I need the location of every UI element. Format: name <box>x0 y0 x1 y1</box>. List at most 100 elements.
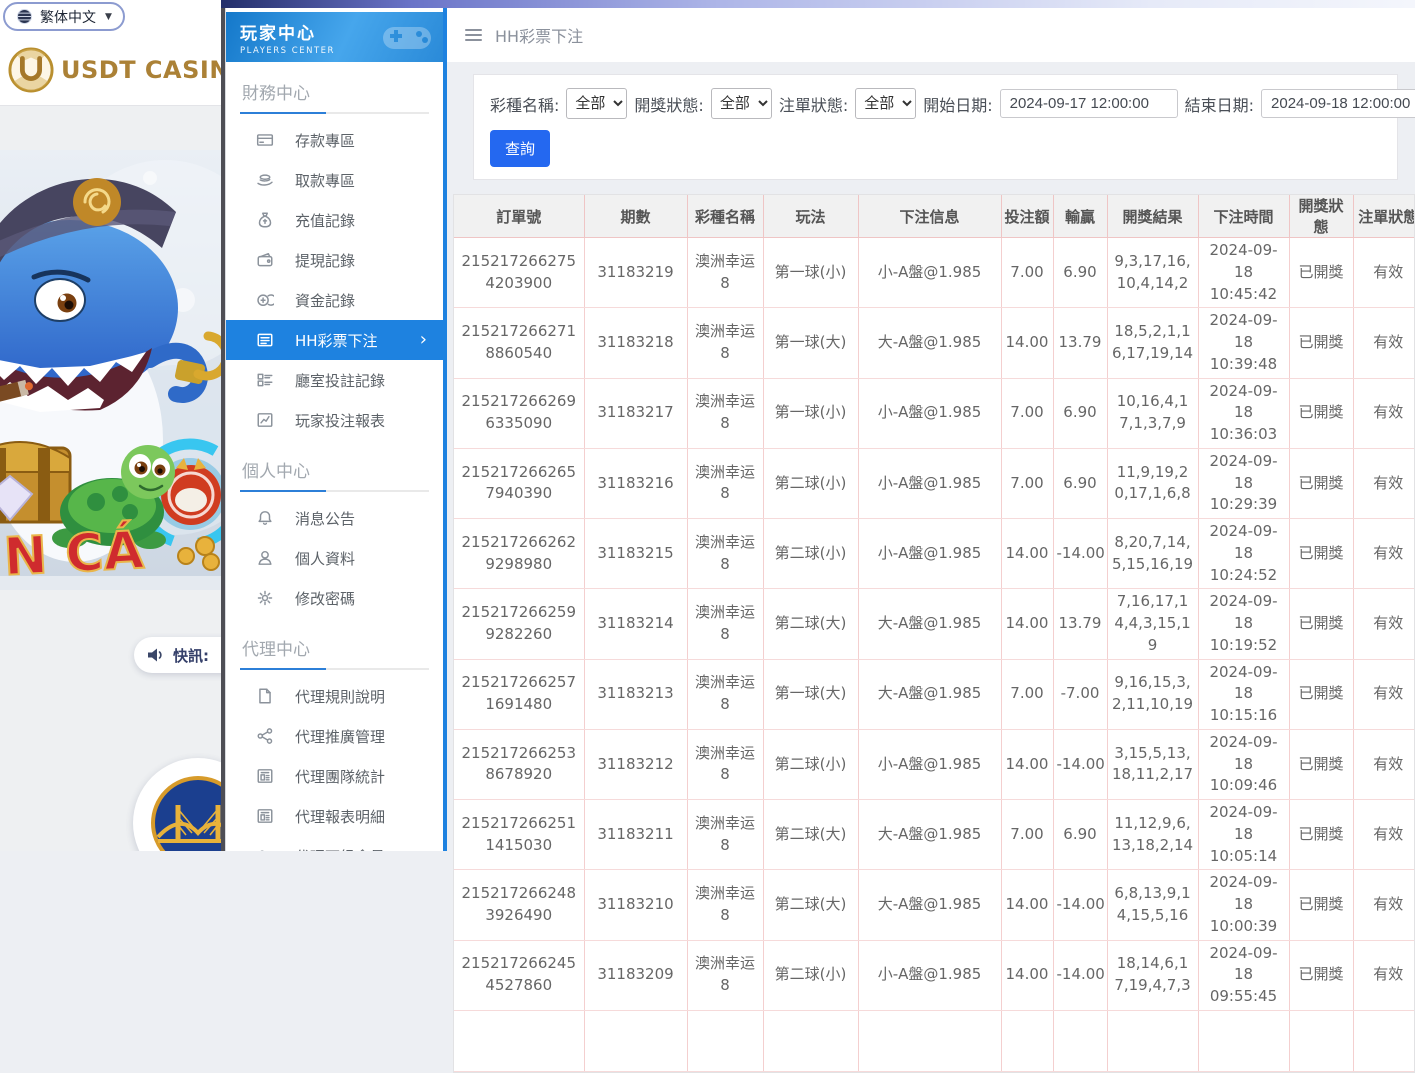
sidebar-item-agent-rules[interactable]: 代理規則說明 <box>226 676 443 716</box>
cell-order-status: 有效 <box>1353 378 1415 448</box>
top-gradient-strip <box>221 0 1415 8</box>
cell-bet-amount: 14.00 <box>1001 519 1053 589</box>
order-status-select[interactable]: 全部 <box>855 88 916 119</box>
announcement-bell-icon <box>256 509 274 527</box>
sidebar-item-agent-team-stats[interactable]: 代理團隊統計 <box>226 756 443 796</box>
cell-lottery-name: 澳洲幸运8 <box>687 729 763 799</box>
cell-bet-info: 大-A盤@1.985 <box>858 870 1001 940</box>
language-selector[interactable]: 繁体中文 ▼ <box>3 2 125 31</box>
cell-draw-status: 已開獎 <box>1289 729 1353 799</box>
sidebar-sections: 財務中心存款專區取款專區充值記錄提現記錄資金記錄HH彩票下注›廳室投註記錄玩家投… <box>226 79 443 851</box>
sidebar-item-agent-sub-members[interactable]: 代理下級會員 <box>226 836 443 851</box>
sidebar-item-player-bet-report[interactable]: 玩家投注報表 <box>226 400 443 440</box>
quick-news-pill[interactable]: 快訊: <box>134 637 221 673</box>
cell-bet-amount: 14.00 <box>1001 589 1053 659</box>
table-row: 215217266259928226031183214澳洲幸运8第二球(大)大-… <box>454 589 1415 659</box>
cell-order-status: 有效 <box>1353 729 1415 799</box>
cell-period: 31183218 <box>584 308 687 378</box>
sidebar-item-hall-bet-records[interactable]: 廳室投註記錄 <box>226 360 443 400</box>
promo-illustration: N CÁ <box>0 150 221 590</box>
draw-status-select[interactable]: 全部 <box>711 88 772 119</box>
cell-win-loss: 6.90 <box>1053 378 1107 448</box>
sidebar-item-deposit-area[interactable]: 存款專區 <box>226 120 443 160</box>
sidebar-item-withdraw-area[interactable]: 取款專區 <box>226 160 443 200</box>
cell-order-status: 有效 <box>1353 589 1415 659</box>
cell-order-no: 2152172662629298980 <box>454 519 584 589</box>
sidebar-item-label: 存款專區 <box>295 130 355 151</box>
cell-draw-result: 9,16,15,3,2,11,10,19 <box>1107 659 1198 729</box>
section-underline <box>240 668 429 670</box>
sidebar-item-recharge-records[interactable]: 充值記錄 <box>226 200 443 240</box>
filter-panel: 彩種名稱: 全部 開獎狀態: 全部 注單狀態: 全部 開始日期: 結束日期: 查… <box>473 74 1398 180</box>
quick-news-label: 快訊: <box>173 645 209 666</box>
col-header-bet-time: 下注時間 <box>1198 195 1289 238</box>
cell-period: 31183210 <box>584 870 687 940</box>
globe-icon <box>16 8 33 25</box>
sidebar-item-agent-promotion[interactable]: 代理推廣管理 <box>226 716 443 756</box>
col-header-bet-amount: 投注額 <box>1001 195 1053 238</box>
cell-bet-time: 2024-09-18 10:29:39 <box>1198 448 1289 518</box>
section-underline <box>240 490 429 492</box>
cell-order-no <box>454 1010 584 1071</box>
cell-lottery-name: 澳洲幸运8 <box>687 870 763 940</box>
cell-bet-time: 2024-09-18 10:15:16 <box>1198 659 1289 729</box>
cell-play: 第一球(大) <box>763 659 858 729</box>
cell-win-loss: 13.79 <box>1053 308 1107 378</box>
cell-draw-status: 已開獎 <box>1289 519 1353 589</box>
cell-win-loss: 6.90 <box>1053 448 1107 518</box>
sidebar-item-hh-lottery-bets[interactable]: HH彩票下注› <box>226 320 443 360</box>
cell-draw-status: 已開獎 <box>1289 800 1353 870</box>
sidebar-item-change-password[interactable]: 修改密碼 <box>226 578 443 618</box>
cell-order-status: 有效 <box>1353 238 1415 308</box>
cell-play: 第一球(小) <box>763 238 858 308</box>
sidebar-item-label: 玩家投注報表 <box>295 410 385 431</box>
hamburger-menu-icon[interactable] <box>465 29 482 41</box>
sidebar-item-funds-records[interactable]: 資金記錄 <box>226 280 443 320</box>
cell-order-status: 有效 <box>1353 519 1415 589</box>
sidebar-item-announcements[interactable]: 消息公告 <box>226 498 443 538</box>
cell-bet-info: 大-A盤@1.985 <box>858 659 1001 729</box>
sidebar-item-label: 提現記錄 <box>295 250 355 271</box>
bridge-logo-badge[interactable] <box>133 758 221 851</box>
cell-bet-time: 2024-09-18 10:36:03 <box>1198 378 1289 448</box>
agent-stats-icon <box>256 767 274 785</box>
sidebar-item-agent-report-details[interactable]: 代理報表明細 <box>226 796 443 836</box>
sidebar-item-withdraw-records[interactable]: 提現記錄 <box>226 240 443 280</box>
cell-lottery-name: 澳洲幸运8 <box>687 589 763 659</box>
sidebar-item-label: 代理團隊統計 <box>295 766 385 787</box>
cell-period: 31183215 <box>584 519 687 589</box>
table-row: 215217266257169148031183213澳洲幸运8第一球(大)大-… <box>454 659 1415 729</box>
order-status-label: 注單狀態: <box>779 92 848 116</box>
table-row: 215217266245452786031183209澳洲幸运8第二球(小)小-… <box>454 940 1415 1010</box>
end-date-label: 結束日期: <box>1185 92 1254 116</box>
table-header-row: 訂單號期數彩種名稱玩法下注信息投注額輸贏開獎結果下注時間開獎狀態注單狀態 <box>454 195 1415 238</box>
chevron-right-icon: › <box>420 331 427 349</box>
bets-table-container: 訂單號期數彩種名稱玩法下注信息投注額輸贏開獎結果下注時間開獎狀態注單狀態 215… <box>453 194 1415 1073</box>
cell-draw-result: 6,8,13,9,14,15,5,16 <box>1107 870 1198 940</box>
lottery-name-select[interactable]: 全部 <box>566 88 627 119</box>
cell-win-loss: 6.90 <box>1053 238 1107 308</box>
draw-status-label: 開獎狀態: <box>634 92 703 116</box>
cell-period: 31183213 <box>584 659 687 729</box>
cell-bet-info: 大-A盤@1.985 <box>858 589 1001 659</box>
cell-bet-time: 2024-09-18 10:24:52 <box>1198 519 1289 589</box>
cell-draw-result: 9,3,17,16,10,4,14,2 <box>1107 238 1198 308</box>
end-date-input[interactable] <box>1261 89 1415 118</box>
cell-bet-info <box>858 1010 1001 1071</box>
lottery-name-label: 彩種名稱: <box>490 92 559 116</box>
speaker-icon <box>147 647 165 663</box>
cell-bet-info: 小-A盤@1.985 <box>858 519 1001 589</box>
col-header-bet-info: 下注信息 <box>858 195 1001 238</box>
col-header-draw-result: 開獎結果 <box>1107 195 1198 238</box>
cell-order-no: 2152172662718860540 <box>454 308 584 378</box>
cell-order-no: 2152172662454527860 <box>454 940 584 1010</box>
cell-play: 第一球(大) <box>763 308 858 378</box>
gamepad-icon <box>381 19 433 55</box>
cell-bet-time: 2024-09-18 10:19:52 <box>1198 589 1289 659</box>
table-row: 215217266275420390031183219澳洲幸运8第一球(小)小-… <box>454 238 1415 308</box>
cell-draw-status <box>1289 1010 1353 1071</box>
start-date-input[interactable] <box>1000 89 1178 118</box>
cell-draw-status: 已開獎 <box>1289 870 1353 940</box>
sidebar-item-profile[interactable]: 個人資料 <box>226 538 443 578</box>
search-button[interactable]: 查詢 <box>490 130 550 167</box>
